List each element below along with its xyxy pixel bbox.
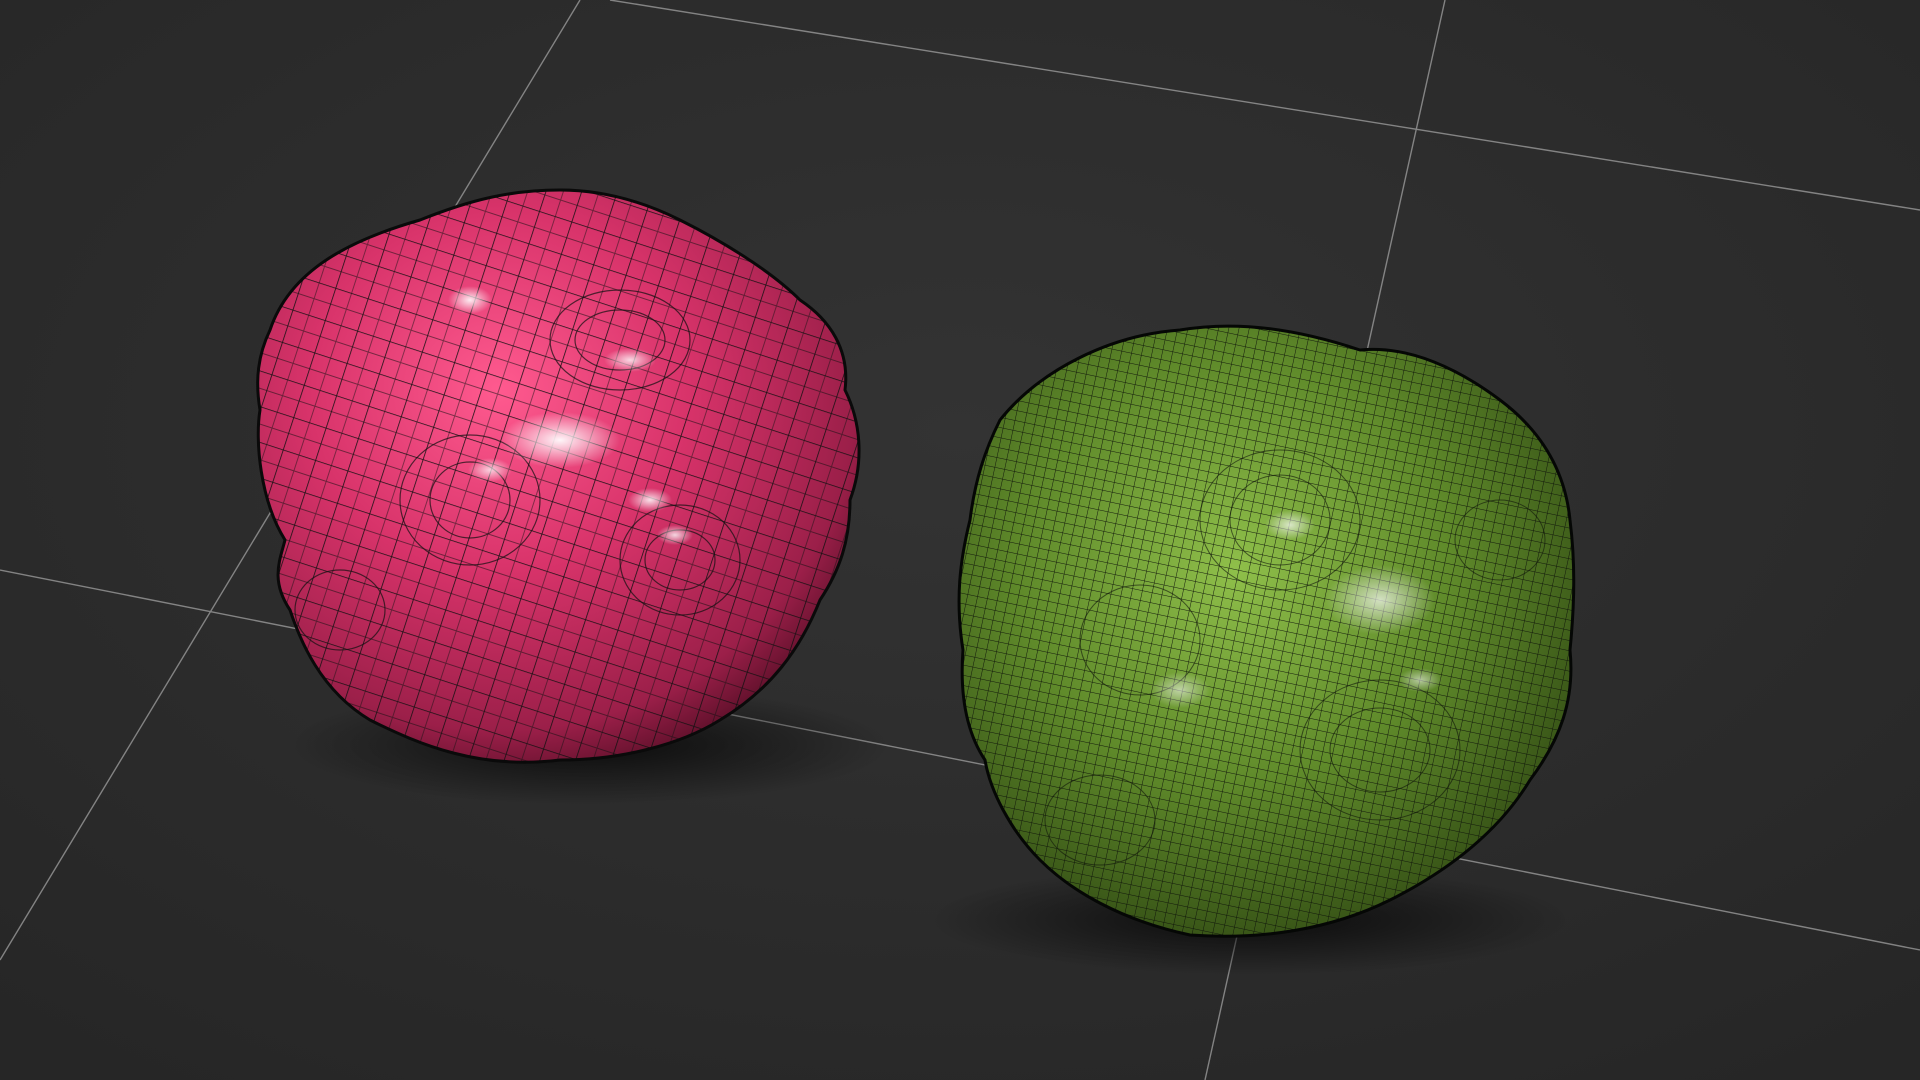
viewport-scene[interactable]	[0, 0, 1920, 1080]
perspective-viewport[interactable]	[0, 0, 1920, 1080]
